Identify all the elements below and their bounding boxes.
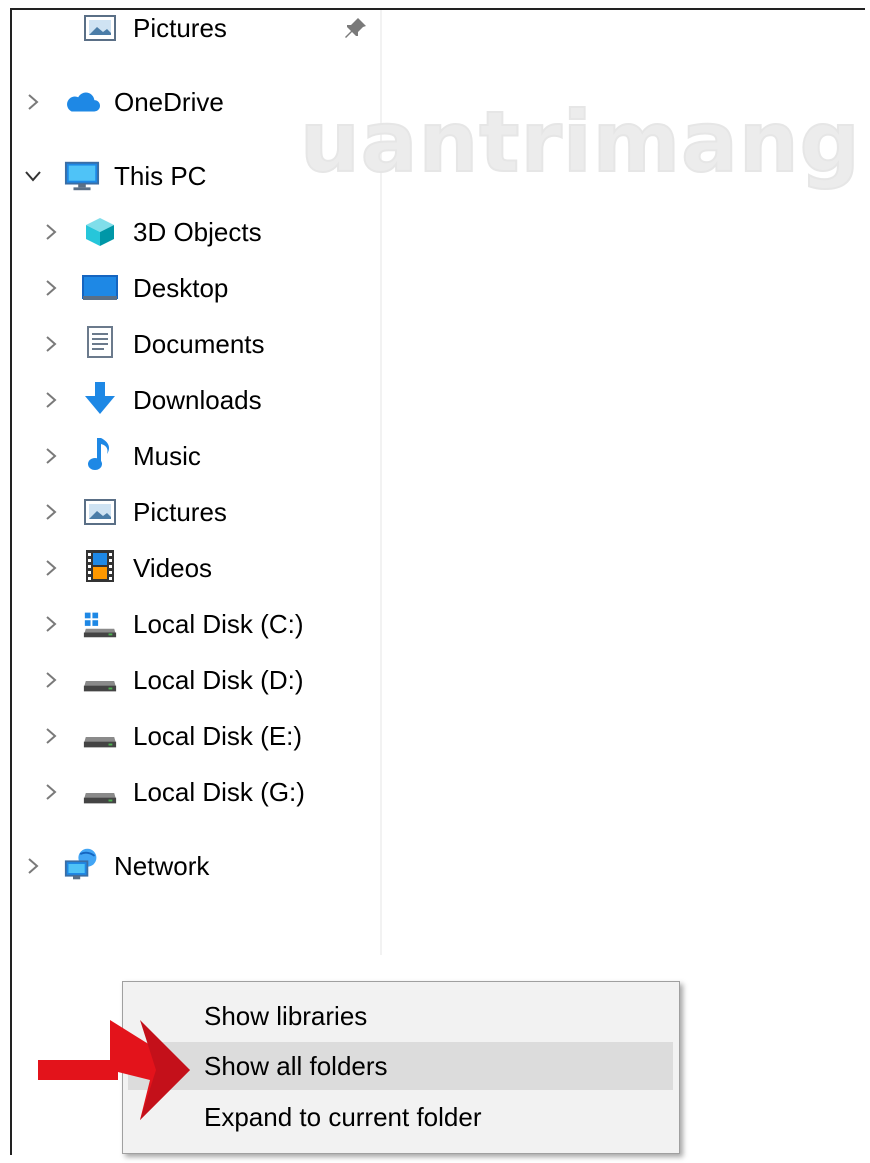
3d-objects-icon: [82, 214, 118, 250]
pictures-icon: [82, 10, 118, 46]
watermark: uantrimang: [298, 82, 861, 202]
watermark-text: uantrimang: [299, 92, 861, 192]
chevron-right-icon[interactable]: [40, 277, 62, 299]
drive-icon: [82, 774, 118, 810]
chevron-down-icon[interactable]: [22, 165, 44, 187]
desktop-icon: [82, 270, 118, 306]
menu-item-show-libraries[interactable]: Show libraries: [128, 992, 673, 1040]
drive-icon: [82, 662, 118, 698]
pictures-icon: [82, 494, 118, 530]
tree-item-label: Local Disk (G:): [133, 777, 305, 807]
tree-item-desktop[interactable]: Desktop: [12, 266, 372, 310]
menu-item-show-all-folders[interactable]: Show all folders: [128, 1042, 673, 1090]
quick-access-item-pictures[interactable]: Pictures: [12, 6, 372, 50]
pin-icon: [344, 16, 368, 45]
chevron-right-icon[interactable]: [40, 221, 62, 243]
chevron-right-icon[interactable]: [40, 389, 62, 411]
tree-item-downloads[interactable]: Downloads: [12, 378, 372, 422]
tree-item-label: Desktop: [133, 273, 229, 303]
onedrive-cloud-icon: [64, 84, 100, 120]
tree-item-label: Music: [133, 441, 201, 471]
videos-icon: [82, 548, 118, 584]
tree-item-label: Network: [114, 851, 210, 881]
tree-item-documents[interactable]: Documents: [12, 322, 372, 366]
tree-item-local-disk-d[interactable]: Local Disk (D:): [12, 658, 372, 702]
chevron-right-icon[interactable]: [40, 781, 62, 803]
chevron-right-icon[interactable]: [40, 333, 62, 355]
chevron-right-icon[interactable]: [40, 445, 62, 467]
red-arrow-icon: [38, 1020, 190, 1120]
context-menu: Show libraries Show all folders Expand t…: [122, 981, 680, 1154]
tree-item-label: Downloads: [133, 385, 262, 415]
tree-item-network[interactable]: Network: [12, 844, 372, 888]
tree-item-pictures[interactable]: Pictures: [12, 490, 372, 534]
documents-icon: [82, 324, 118, 360]
tree-item-local-disk-g[interactable]: Local Disk (G:): [12, 770, 372, 814]
tree-item-this-pc[interactable]: This PC: [12, 154, 372, 198]
menu-item-expand-to-current-folder[interactable]: Expand to current folder: [128, 1093, 673, 1141]
network-icon: [64, 846, 100, 882]
chevron-right-icon[interactable]: [40, 669, 62, 691]
tree-item-3d-objects[interactable]: 3D Objects: [12, 210, 372, 254]
tree-item-label: Local Disk (D:): [133, 665, 304, 695]
tree-item-label: Pictures: [133, 13, 227, 43]
chevron-right-icon[interactable]: [40, 557, 62, 579]
tree-item-label: OneDrive: [114, 87, 224, 117]
tree-item-label: Pictures: [133, 497, 227, 527]
tree-item-music[interactable]: Music: [12, 434, 372, 478]
chevron-right-icon[interactable]: [40, 501, 62, 523]
tree-item-label: Local Disk (C:): [133, 609, 304, 639]
tree-item-label: Local Disk (E:): [133, 721, 303, 751]
tree-item-label: 3D Objects: [133, 217, 262, 247]
chevron-right-icon[interactable]: [40, 725, 62, 747]
chevron-right-icon[interactable]: [22, 855, 44, 877]
drive-icon: [82, 718, 118, 754]
tree-item-label: This PC: [114, 161, 207, 191]
tree-item-videos[interactable]: Videos: [12, 546, 372, 590]
downloads-icon: [82, 380, 118, 416]
tree-item-label: Videos: [133, 553, 213, 583]
tree-item-local-disk-e[interactable]: Local Disk (E:): [12, 714, 372, 758]
tree-item-onedrive[interactable]: OneDrive: [12, 80, 372, 124]
tree-item-label: Documents: [133, 329, 265, 359]
this-pc-icon: [64, 158, 100, 194]
tree-item-local-disk-c[interactable]: Local Disk (C:): [12, 602, 372, 646]
music-icon: [82, 436, 118, 472]
chevron-right-icon[interactable]: [40, 613, 62, 635]
chevron-right-icon[interactable]: [22, 91, 44, 113]
system-drive-icon: [82, 606, 118, 642]
